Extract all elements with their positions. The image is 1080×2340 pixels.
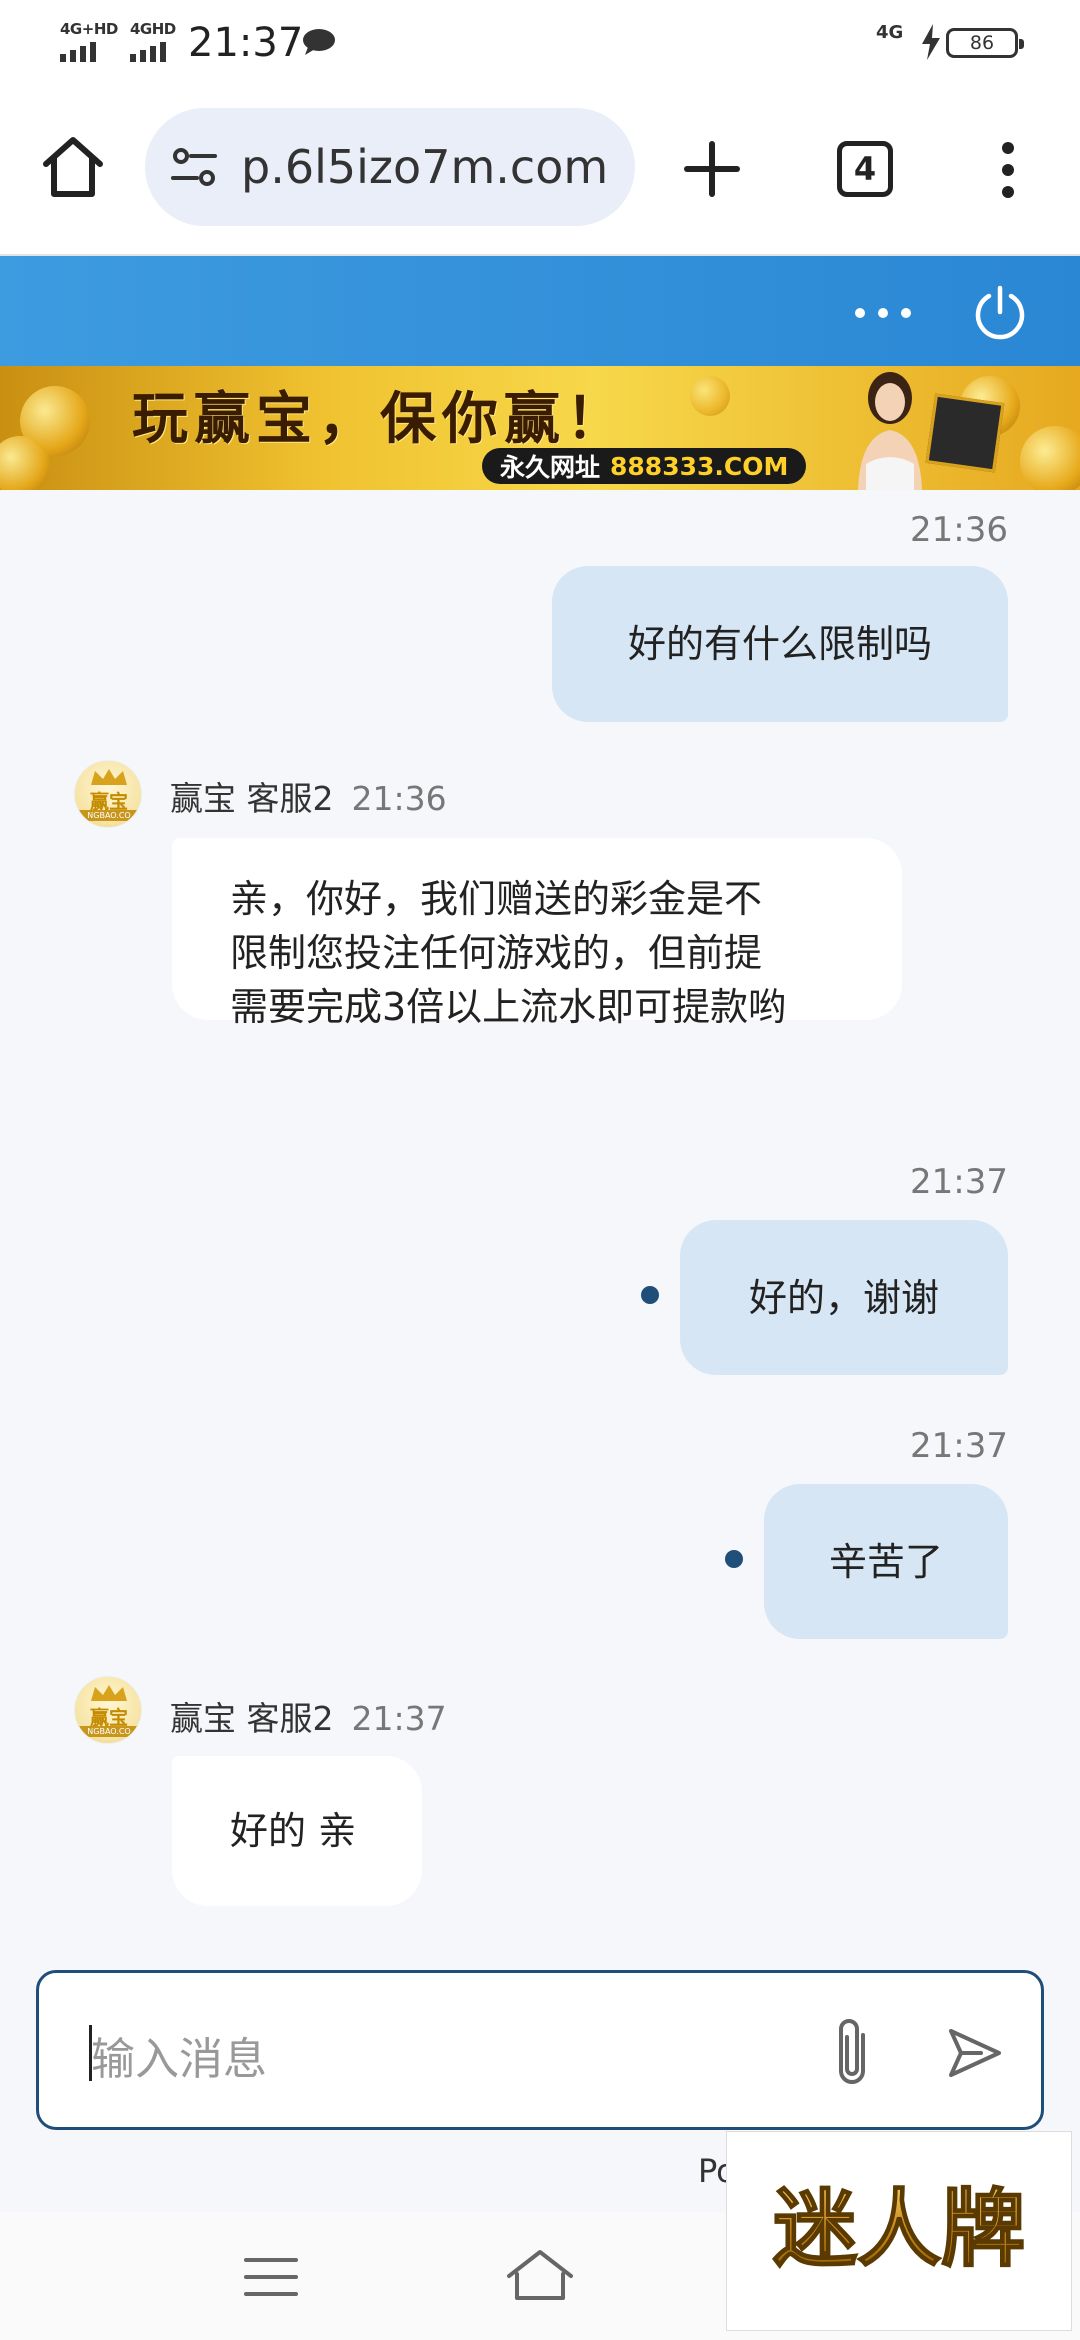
watermark-text: 迷人牌	[773, 2180, 1025, 2278]
charging-icon	[922, 24, 940, 60]
input-placeholder: 输入消息	[91, 2034, 267, 2085]
agent-avatar: 赢宝 NGBAO.CO	[74, 760, 142, 828]
banner-url-label: 永久网址	[500, 453, 601, 482]
message-timestamp: 21:36	[351, 779, 447, 818]
watermark-logo: 迷人牌	[726, 2131, 1072, 2331]
signal-label: 4GHD	[130, 20, 176, 38]
message-line: 限制您投注任何游戏的，但前提	[230, 931, 763, 975]
message-timestamp: 21:37	[910, 1162, 1008, 1202]
tune-icon[interactable]	[169, 144, 219, 190]
sender-line: 赢宝 客服2 21:36	[170, 772, 447, 820]
message-text: 好的，谢谢	[748, 1275, 939, 1320]
message-line: 需要完成3倍以上流水即可提款哟	[230, 985, 787, 1029]
browser-toolbar: p.6l5izo7m.com 4	[0, 84, 1080, 256]
paperclip-icon[interactable]	[827, 2013, 877, 2091]
send-icon[interactable]	[945, 2023, 1005, 2083]
banner-url: 永久网址 888333.COM	[482, 448, 807, 484]
message-line: 亲，你好，我们赠送的彩金是不	[230, 877, 763, 921]
message-text: 好的有什么限制吗	[627, 622, 932, 666]
sender-name: 赢宝 客服2	[170, 1699, 334, 1738]
menu-icon[interactable]	[244, 2256, 298, 2298]
crown-icon	[91, 769, 127, 785]
power-icon[interactable]	[972, 284, 1028, 340]
banner-url-domain: 888333.COM	[610, 451, 789, 481]
url-text: p.6l5izo7m.com	[241, 140, 609, 194]
tab-switcher-button[interactable]: 4	[837, 141, 893, 197]
plus-icon[interactable]	[683, 140, 741, 198]
agent-avatar: 赢宝 NGBAO.CO	[74, 1676, 142, 1744]
signal-label: 4G+HD	[60, 20, 118, 38]
unread-indicator	[725, 1550, 743, 1568]
more-vert-icon[interactable]	[994, 140, 1022, 200]
network-type: 4G	[876, 22, 904, 43]
agent-message-bubble[interactable]: 好的 亲	[172, 1756, 422, 1906]
my-message-bubble[interactable]: 好的，谢谢	[680, 1220, 1008, 1375]
address-bar[interactable]: p.6l5izo7m.com	[145, 108, 635, 226]
message-text: 好的 亲	[230, 1809, 357, 1853]
battery-level: 86	[969, 32, 995, 54]
more-horiz-icon[interactable]	[850, 301, 916, 325]
my-message-bubble[interactable]: 辛苦了	[764, 1484, 1008, 1639]
banner-model-image	[858, 372, 922, 490]
avatar-band: NGBAO.CO	[75, 810, 141, 821]
message-input[interactable]: 输入消息	[36, 1970, 1044, 2130]
tab-count: 4	[853, 150, 877, 188]
status-time: 21:37	[188, 20, 304, 66]
avatar-band: NGBAO.CO	[75, 1726, 141, 1737]
message-timestamp: 21:36	[910, 510, 1008, 550]
my-message-bubble[interactable]: 好的有什么限制吗	[552, 566, 1008, 722]
agent-message-bubble[interactable]: 亲，你好，我们赠送的彩金是不 限制您投注任何游戏的，但前提 需要完成3倍以上流水…	[172, 838, 902, 1029]
sender-name: 赢宝 客服2	[170, 779, 334, 818]
watermark-graphic: 迷人牌	[772, 2179, 1026, 2279]
home-icon[interactable]	[40, 134, 106, 200]
battery-indicator: 86	[946, 28, 1024, 58]
chat-header	[0, 256, 1080, 366]
nav-home-icon[interactable]	[505, 2248, 575, 2304]
status-bar: 4G+HD 4GHD 21:37 4G 86	[0, 0, 1080, 84]
banner-gift-box	[925, 393, 1005, 473]
message-timestamp: 21:37	[910, 1426, 1008, 1466]
unread-indicator	[641, 1286, 659, 1304]
message-timestamp: 21:37	[351, 1699, 447, 1738]
sender-line: 赢宝 客服2 21:37	[170, 1692, 447, 1740]
banner-slogan: 玩赢宝，保你赢！	[132, 387, 628, 452]
crown-icon	[91, 1685, 127, 1701]
message-notification-icon	[303, 29, 335, 55]
message-text: 辛苦了	[828, 1539, 943, 1584]
promo-banner[interactable]: 玩赢宝，保你赢！ 永久网址 888333.COM	[0, 366, 1080, 490]
